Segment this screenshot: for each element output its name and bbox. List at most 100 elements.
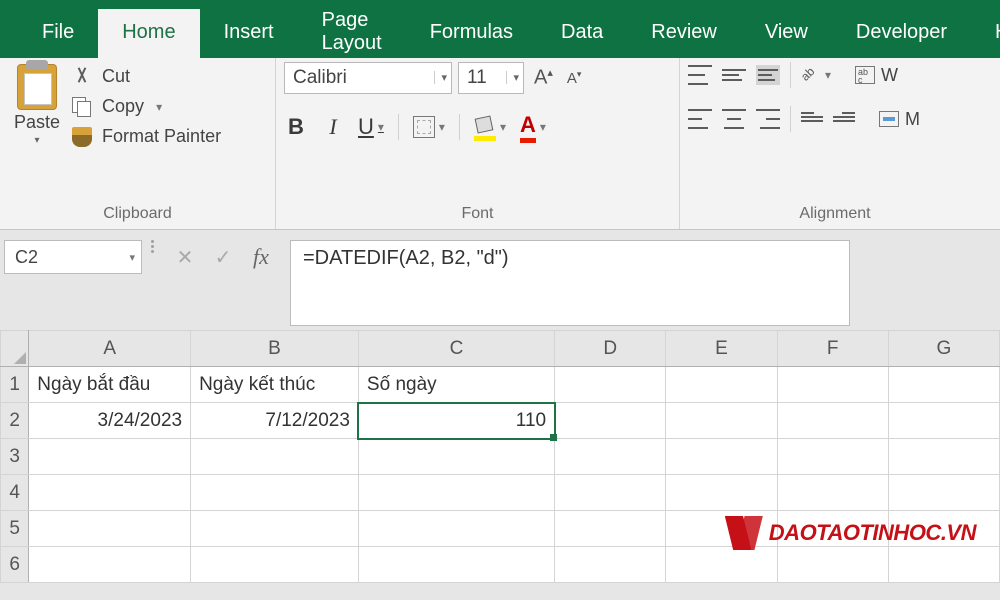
cancel-formula-button[interactable]: ✕ bbox=[168, 241, 202, 273]
orientation-button[interactable]: ▾ bbox=[801, 65, 831, 85]
cell-b6[interactable] bbox=[191, 547, 359, 583]
cell-g1[interactable] bbox=[888, 367, 999, 403]
formula-bar[interactable]: =DATEDIF(A2, B2, "d") bbox=[290, 240, 850, 326]
cell-e6[interactable] bbox=[666, 547, 777, 583]
cell-f3[interactable] bbox=[777, 439, 888, 475]
column-header-b[interactable]: B bbox=[191, 331, 359, 367]
cell-b4[interactable] bbox=[191, 475, 359, 511]
enter-formula-button[interactable]: ✓ bbox=[206, 241, 240, 273]
cell-f4[interactable] bbox=[777, 475, 888, 511]
align-left-button[interactable] bbox=[688, 109, 712, 129]
cell-d5[interactable] bbox=[555, 511, 666, 547]
tab-file[interactable]: File bbox=[18, 9, 98, 58]
cell-a4[interactable] bbox=[29, 475, 191, 511]
cell-f2[interactable] bbox=[777, 403, 888, 439]
column-header-c[interactable]: C bbox=[358, 331, 554, 367]
column-header-f[interactable]: F bbox=[777, 331, 888, 367]
column-header-g[interactable]: G bbox=[888, 331, 999, 367]
font-size-select[interactable]: 11 ▾ bbox=[458, 62, 524, 94]
format-painter-button[interactable]: Format Painter bbox=[72, 126, 221, 147]
chevron-down-icon[interactable]: ▾ bbox=[378, 120, 384, 134]
copy-button[interactable]: Copy ▾ bbox=[72, 96, 221, 117]
name-box[interactable]: C2 ▾ bbox=[4, 240, 142, 274]
cell-b2[interactable]: 7/12/2023 bbox=[191, 403, 359, 439]
paste-dropdown-icon[interactable]: ▾ bbox=[35, 135, 40, 146]
underline-button[interactable]: U▾ bbox=[358, 114, 384, 140]
cut-button[interactable]: Cut bbox=[72, 66, 221, 87]
cell-g2[interactable] bbox=[888, 403, 999, 439]
row-header-1[interactable]: 1 bbox=[1, 367, 29, 403]
tab-review[interactable]: Review bbox=[627, 9, 741, 58]
increase-font-size-button[interactable]: A▴ bbox=[530, 64, 557, 92]
font-name-select[interactable]: Calibri ▾ bbox=[284, 62, 452, 94]
cell-d4[interactable] bbox=[555, 475, 666, 511]
cell-a1[interactable]: Ngày bắt đầu bbox=[29, 367, 191, 403]
borders-button[interactable]: ▾ bbox=[413, 116, 445, 138]
align-middle-button[interactable] bbox=[722, 65, 746, 85]
copy-dropdown-icon[interactable]: ▾ bbox=[156, 100, 162, 114]
cell-c6[interactable] bbox=[358, 547, 554, 583]
align-bottom-button[interactable] bbox=[756, 65, 780, 85]
italic-button[interactable]: I bbox=[322, 114, 344, 140]
row-header-3[interactable]: 3 bbox=[1, 439, 29, 475]
cell-a5[interactable] bbox=[29, 511, 191, 547]
chevron-down-icon[interactable]: ▾ bbox=[540, 120, 546, 134]
row-header-6[interactable]: 6 bbox=[1, 547, 29, 583]
resize-handle[interactable] bbox=[148, 240, 156, 253]
cell-c3[interactable] bbox=[358, 439, 554, 475]
decrease-indent-button[interactable] bbox=[801, 110, 823, 128]
font-color-button[interactable]: A▾ bbox=[520, 112, 546, 141]
cell-b3[interactable] bbox=[191, 439, 359, 475]
row-header-2[interactable]: 2 bbox=[1, 403, 29, 439]
cell-f1[interactable] bbox=[777, 367, 888, 403]
cell-g6[interactable] bbox=[888, 547, 999, 583]
cell-a3[interactable] bbox=[29, 439, 191, 475]
cell-e1[interactable] bbox=[666, 367, 777, 403]
chevron-down-icon[interactable]: ▾ bbox=[434, 71, 447, 84]
tab-data[interactable]: Data bbox=[537, 9, 627, 58]
cell-e2[interactable] bbox=[666, 403, 777, 439]
align-top-button[interactable] bbox=[688, 65, 712, 85]
cell-c1[interactable]: Số ngày bbox=[358, 367, 554, 403]
merge-center-button[interactable]: M bbox=[879, 109, 920, 130]
insert-function-button[interactable]: fx bbox=[244, 241, 278, 273]
cell-c5[interactable] bbox=[358, 511, 554, 547]
cell-d2[interactable] bbox=[555, 403, 666, 439]
decrease-font-size-button[interactable]: A▾ bbox=[563, 67, 586, 89]
increase-indent-button[interactable] bbox=[833, 110, 855, 128]
tab-developer[interactable]: Developer bbox=[832, 9, 971, 58]
paste-button[interactable]: Paste ▾ bbox=[8, 62, 66, 148]
column-header-e[interactable]: E bbox=[666, 331, 777, 367]
cell-c2[interactable]: 110 bbox=[358, 403, 554, 439]
tab-insert[interactable]: Insert bbox=[200, 9, 298, 58]
cell-g4[interactable] bbox=[888, 475, 999, 511]
row-header-4[interactable]: 4 bbox=[1, 475, 29, 511]
cell-c4[interactable] bbox=[358, 475, 554, 511]
tab-formulas[interactable]: Formulas bbox=[406, 9, 537, 58]
select-all-button[interactable] bbox=[1, 331, 29, 367]
cell-e3[interactable] bbox=[666, 439, 777, 475]
tab-view[interactable]: View bbox=[741, 9, 832, 58]
column-header-a[interactable]: A bbox=[29, 331, 191, 367]
chevron-down-icon[interactable]: ▾ bbox=[506, 71, 519, 84]
column-header-d[interactable]: D bbox=[555, 331, 666, 367]
cell-d3[interactable] bbox=[555, 439, 666, 475]
cell-a2[interactable]: 3/24/2023 bbox=[29, 403, 191, 439]
align-center-button[interactable] bbox=[722, 109, 746, 129]
cell-d6[interactable] bbox=[555, 547, 666, 583]
cell-g3[interactable] bbox=[888, 439, 999, 475]
row-header-5[interactable]: 5 bbox=[1, 511, 29, 547]
chevron-down-icon[interactable]: ▾ bbox=[500, 120, 506, 134]
chevron-down-icon[interactable]: ▾ bbox=[825, 68, 831, 82]
tab-home[interactable]: Home bbox=[98, 9, 199, 58]
cell-f6[interactable] bbox=[777, 547, 888, 583]
cell-a6[interactable] bbox=[29, 547, 191, 583]
bold-button[interactable]: B bbox=[284, 114, 308, 140]
fill-color-button[interactable]: ▾ bbox=[474, 117, 506, 137]
cell-b1[interactable]: Ngày kết thúc bbox=[191, 367, 359, 403]
chevron-down-icon[interactable]: ▾ bbox=[439, 120, 445, 134]
cell-b5[interactable] bbox=[191, 511, 359, 547]
align-right-button[interactable] bbox=[756, 109, 780, 129]
cell-d1[interactable] bbox=[555, 367, 666, 403]
cell-e4[interactable] bbox=[666, 475, 777, 511]
